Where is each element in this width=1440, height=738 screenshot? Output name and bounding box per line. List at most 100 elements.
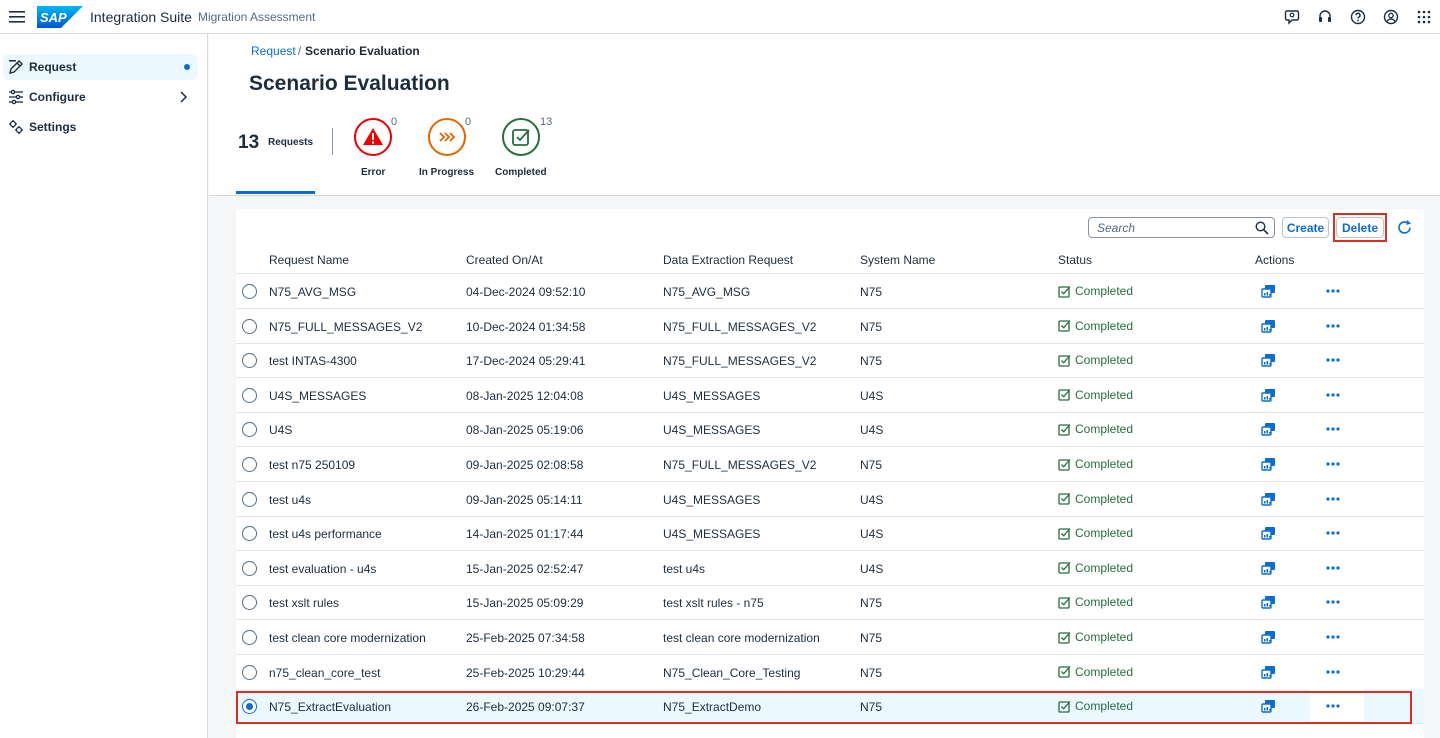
table-row[interactable]: N75_FULL_MESSAGES_V2 10-Dec-2024 01:34:58… xyxy=(236,309,1424,344)
cell-request-name: N75_FULL_MESSAGES_V2 xyxy=(269,319,423,334)
sidebar-item-label: Request xyxy=(29,60,77,74)
evaluation-results-icon[interactable] xyxy=(1261,561,1276,575)
status-text: Completed xyxy=(1075,560,1134,575)
user-icon[interactable] xyxy=(1374,0,1407,34)
status-badge: Completed xyxy=(1058,630,1133,644)
completed-status-icon xyxy=(1058,631,1071,644)
row-select-radio[interactable] xyxy=(242,422,257,438)
more-options-icon[interactable] xyxy=(1325,457,1341,471)
table-row[interactable]: test u4s performance 14-Jan-2025 01:17:44… xyxy=(236,516,1424,552)
table-row[interactable]: test evaluation - u4s 15-Jan-2025 02:52:4… xyxy=(236,551,1424,586)
table-row[interactable]: n75_clean_core_test 25-Feb-2025 10:29:44 N… xyxy=(236,655,1424,690)
column-header-system[interactable]: System Name xyxy=(860,253,935,267)
cell-system: N75 xyxy=(860,596,883,611)
cell-request-name: N75_AVG_MSG xyxy=(269,285,357,299)
more-options-icon[interactable] xyxy=(1325,526,1341,540)
table-row[interactable]: test xslt rules 15-Jan-2025 05:09:29 test … xyxy=(236,585,1424,621)
row-select-radio[interactable] xyxy=(242,284,257,299)
table-row[interactable]: U4S_MESSAGES 08-Jan-2025 12:04:08 U4S_MESS… xyxy=(236,378,1424,413)
edit-icon xyxy=(7,58,25,76)
row-select-radio[interactable] xyxy=(242,318,257,334)
evaluation-results-icon[interactable] xyxy=(1261,595,1276,610)
sap-logo[interactable]: SAP xyxy=(37,5,83,28)
table-row[interactable]: test INTAS-4300 17-Dec-2024 05:29:41 N75_F… xyxy=(236,343,1424,379)
more-options-icon[interactable] xyxy=(1325,665,1341,679)
sidebar-item-configure[interactable]: Configure xyxy=(3,84,198,110)
column-header-actions: Actions xyxy=(1255,253,1295,267)
status-badge: Completed xyxy=(1058,457,1133,471)
column-header-created[interactable]: Created On/At xyxy=(466,253,543,267)
column-header-extraction[interactable]: Data Extraction Request xyxy=(663,253,793,267)
tab-error[interactable]: 0 Error xyxy=(354,116,397,178)
create-button[interactable]: Create xyxy=(1282,217,1329,238)
completed-status-icon xyxy=(1058,527,1071,540)
app-subtitle: Migration Assessment xyxy=(197,9,316,24)
table-row[interactable]: test u4s 09-Jan-2025 05:14:11 U4S_MESSAGES… xyxy=(236,482,1424,517)
svg-text:SAP: SAP xyxy=(40,10,67,25)
sidebar-item-request[interactable]: Request xyxy=(3,54,198,80)
cell-request-name: test n75 250109 xyxy=(269,458,356,472)
active-indicator xyxy=(184,64,190,70)
row-select-radio[interactable] xyxy=(242,526,257,542)
row-select-radio[interactable] xyxy=(242,387,257,403)
table-toolbar: Search Create Delete xyxy=(236,209,1424,245)
cell-request-name: test xslt rules xyxy=(269,596,340,611)
row-select-radio[interactable] xyxy=(242,595,257,611)
feedback-icon[interactable] xyxy=(1275,0,1308,34)
completed-status-icon xyxy=(1058,596,1071,609)
app-grid-icon[interactable] xyxy=(1407,0,1440,34)
evaluation-results-icon[interactable] xyxy=(1261,319,1276,333)
sidebar-item-settings[interactable]: Settings xyxy=(3,114,198,140)
evaluation-results-icon[interactable] xyxy=(1261,665,1276,679)
cell-system: U4S xyxy=(860,492,884,507)
row-select-radio[interactable] xyxy=(242,491,257,507)
more-options-icon[interactable] xyxy=(1325,319,1341,333)
evaluation-results-icon[interactable] xyxy=(1261,492,1276,506)
evaluation-results-icon[interactable] xyxy=(1261,422,1276,437)
cell-created: 04-Dec-2024 09:52:10 xyxy=(466,285,586,299)
more-options-icon[interactable] xyxy=(1325,284,1341,298)
evaluation-results-icon[interactable] xyxy=(1261,526,1276,540)
status-badge: Completed xyxy=(1058,353,1133,367)
tab-completed[interactable]: 13 Completed xyxy=(495,116,552,178)
status-text: Completed xyxy=(1075,422,1134,437)
support-icon[interactable] xyxy=(1308,0,1341,34)
more-options-icon[interactable] xyxy=(1325,388,1341,402)
column-header-status[interactable]: Status xyxy=(1058,253,1092,267)
evaluation-results-icon[interactable] xyxy=(1261,457,1276,471)
search-input[interactable]: Search xyxy=(1088,217,1275,238)
row-select-radio[interactable] xyxy=(242,353,257,369)
table-row[interactable]: test n75 250109 09-Jan-2025 02:08:58 N75_F… xyxy=(236,447,1424,482)
tab-label: Completed xyxy=(495,167,547,178)
tab-all-requests[interactable]: 13 Requests xyxy=(236,118,315,196)
row-select-radio[interactable] xyxy=(242,560,257,576)
evaluation-results-icon[interactable] xyxy=(1261,284,1276,298)
more-options-icon[interactable] xyxy=(1325,630,1341,644)
table-row[interactable]: N75_AVG_MSG 04-Dec-2024 09:52:10 N75_AVG_M… xyxy=(236,274,1424,309)
refresh-icon[interactable] xyxy=(1396,219,1413,236)
cell-system: N75 xyxy=(860,319,883,334)
table-row[interactable]: test clean core modernization 25-Feb-2025… xyxy=(236,620,1424,655)
tab-in-progress[interactable]: 0 In Progress xyxy=(419,116,474,178)
more-options-icon[interactable] xyxy=(1325,492,1341,506)
table-row[interactable]: U4S 08-Jan-2025 05:19:06 U4S_MESSAGES U4S Co… xyxy=(236,412,1424,448)
row-select-radio[interactable] xyxy=(242,664,257,680)
more-options-icon[interactable] xyxy=(1325,422,1341,436)
requests-table-card: Search Create Delete Request Name Create… xyxy=(236,209,1424,738)
more-options-icon[interactable] xyxy=(1325,595,1341,609)
help-icon[interactable] xyxy=(1341,0,1374,34)
menu-icon[interactable] xyxy=(0,0,34,34)
breadcrumb-link-request[interactable]: Request xyxy=(251,44,296,58)
search-icon[interactable] xyxy=(1255,221,1269,235)
tab-label: In Progress xyxy=(419,167,475,178)
more-options-icon[interactable] xyxy=(1325,561,1341,575)
evaluation-results-icon[interactable] xyxy=(1261,630,1276,644)
column-header-request-name[interactable]: Request Name xyxy=(269,253,349,267)
cell-created: 15-Jan-2025 02:52:47 xyxy=(466,561,584,576)
more-options-icon[interactable] xyxy=(1325,353,1341,367)
evaluation-results-icon[interactable] xyxy=(1261,353,1276,367)
evaluation-results-icon[interactable] xyxy=(1261,388,1276,402)
completed-status-icon xyxy=(1058,389,1071,401)
row-select-radio[interactable] xyxy=(242,630,257,645)
row-select-radio[interactable] xyxy=(242,457,257,472)
